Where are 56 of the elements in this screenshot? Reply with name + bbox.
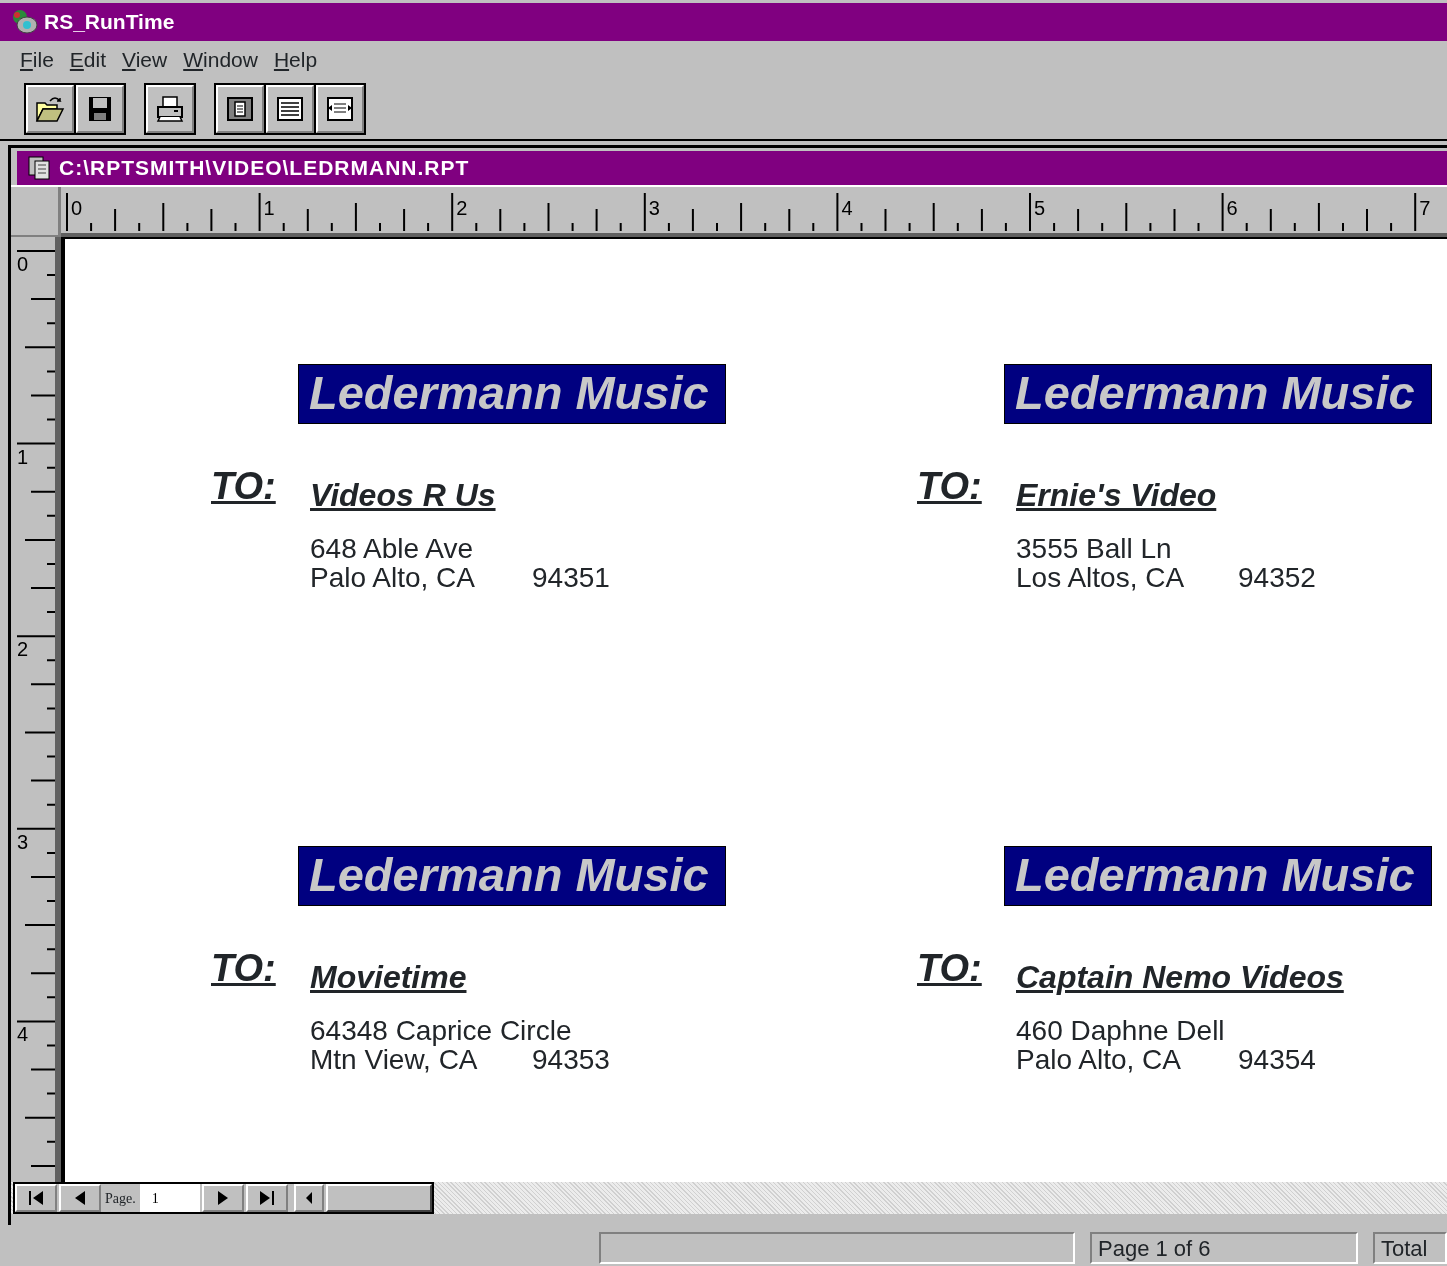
recipient-name: Ernie's Video xyxy=(1016,478,1217,512)
ruler-number: 1 xyxy=(263,197,275,219)
toolbar-button[interactable] xyxy=(316,85,364,133)
page-count: Page 1 of 6 xyxy=(1090,1232,1358,1264)
printer-icon xyxy=(154,93,186,125)
street-address: 648 Able Ave xyxy=(310,534,474,563)
menu-item[interactable]: File xyxy=(12,44,62,76)
street-address: 64348 Caprice Circle xyxy=(310,1016,573,1045)
toolbar-button[interactable] xyxy=(146,85,194,133)
menu-item[interactable]: Edit xyxy=(61,44,115,76)
zip-code: 94351 xyxy=(532,563,610,592)
city-state: Los Altos, CA xyxy=(1016,563,1186,592)
to-label: TO: xyxy=(917,948,983,988)
company-banner: Ledermann Music xyxy=(298,846,726,906)
ruler-corner xyxy=(11,187,61,237)
ruler-number: 4 xyxy=(841,197,853,219)
ruler-number: 4 xyxy=(17,1023,29,1046)
menu-item[interactable]: View xyxy=(114,44,176,76)
zip-code: 94354 xyxy=(1238,1045,1316,1074)
menu-item[interactable]: Window xyxy=(175,44,266,76)
toolbar-button[interactable] xyxy=(76,85,124,133)
ruler-number: 1 xyxy=(17,445,29,468)
ruler-number: 7 xyxy=(1419,197,1431,219)
zip-code: 94352 xyxy=(1238,563,1316,592)
ruler-number: 3 xyxy=(17,830,29,853)
document-icon xyxy=(27,155,53,181)
toolbar-button[interactable] xyxy=(266,85,314,133)
toolbar-button[interactable] xyxy=(216,85,264,133)
company-banner: Ledermann Music xyxy=(1004,364,1432,424)
city-state: Palo Alto, CA xyxy=(310,563,476,592)
menu-item[interactable]: Help xyxy=(265,44,326,76)
to-label: TO: xyxy=(917,466,983,506)
ruler-number: 2 xyxy=(456,197,468,219)
ruler-number: 2 xyxy=(17,638,29,661)
company-banner: Ledermann Music xyxy=(298,364,726,424)
ruler-number: 5 xyxy=(1034,197,1046,219)
total-label: Total xyxy=(1373,1232,1447,1264)
ruler-number: 3 xyxy=(648,197,660,219)
window-title: RS_RunTime xyxy=(44,9,175,36)
zip-code: 94353 xyxy=(532,1045,610,1074)
street-address: 3555 Ball Ln xyxy=(1016,534,1173,563)
ruler-number: 0 xyxy=(71,197,83,219)
toolbar-button[interactable] xyxy=(26,85,74,133)
street-address: 460 Daphne Dell xyxy=(1016,1016,1226,1045)
recipient-name: Videos R Us xyxy=(310,478,496,512)
company-banner: Ledermann Music xyxy=(1004,846,1432,906)
document-title: C:\RPTSMITH\VIDEO\LEDRMANN.RPT xyxy=(59,155,470,182)
recipient-name: Captain Nemo Videos xyxy=(1016,960,1344,994)
recipient-name: Movietime xyxy=(310,960,467,994)
ruler-number: 6 xyxy=(1226,197,1238,219)
to-label: TO: xyxy=(211,948,277,988)
to-label: TO: xyxy=(211,466,277,506)
ruler-number: 0 xyxy=(17,253,29,275)
city-state: Palo Alto, CA xyxy=(1016,1045,1182,1074)
app-icon xyxy=(10,8,40,36)
city-state: Mtn View, CA xyxy=(310,1045,478,1074)
